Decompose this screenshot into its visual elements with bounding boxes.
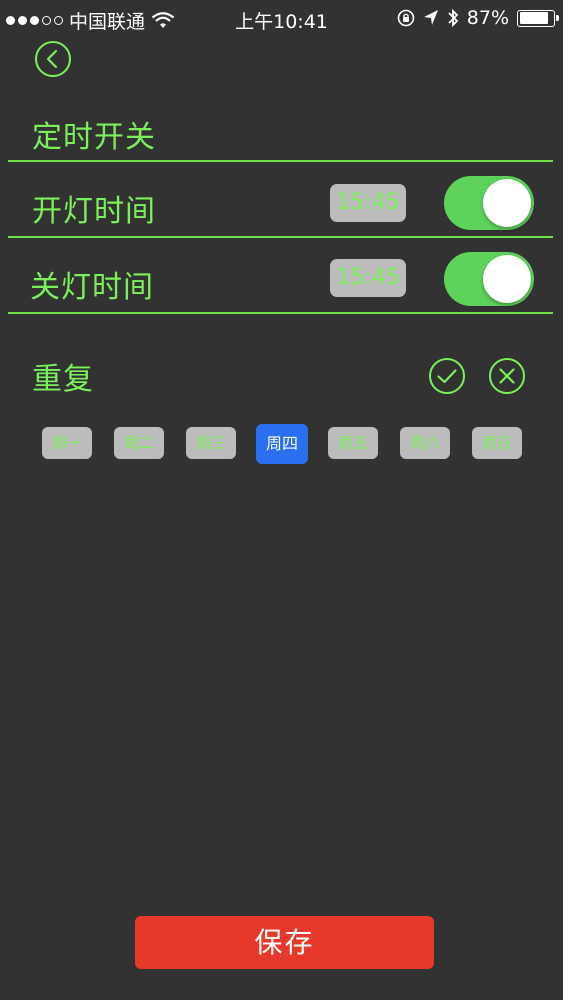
weekday-chip[interactable]: 周日 bbox=[472, 427, 522, 459]
orientation-lock-icon bbox=[397, 9, 415, 27]
weekday-chip[interactable]: 周一 bbox=[42, 427, 92, 459]
weekday-chip[interactable]: 周六 bbox=[400, 427, 450, 459]
status-bar: 中国联通 上午10:41 87% bbox=[0, 0, 563, 40]
light-on-toggle[interactable] bbox=[444, 176, 534, 230]
light-off-time-chip[interactable]: 15:45 bbox=[330, 259, 406, 297]
weekday-chip[interactable]: 周二 bbox=[114, 427, 164, 459]
light-on-time-chip[interactable]: 15:45 bbox=[330, 184, 406, 222]
light-on-label: 开灯时间 bbox=[32, 194, 156, 229]
close-circle-icon[interactable] bbox=[488, 357, 526, 395]
divider bbox=[8, 160, 553, 162]
battery-icon bbox=[517, 9, 559, 27]
battery-percent: 87% bbox=[466, 7, 509, 29]
bluetooth-icon bbox=[448, 8, 459, 28]
divider bbox=[8, 236, 553, 238]
toggle-knob bbox=[483, 255, 531, 303]
screen: 中国联通 上午10:41 87% 定时开关 开灯时间 15:45 关灯时间 15… bbox=[0, 0, 563, 1000]
status-right: 87% bbox=[397, 7, 559, 29]
divider bbox=[8, 312, 553, 314]
battery-fill bbox=[519, 12, 548, 24]
save-button[interactable]: 保存 bbox=[135, 916, 434, 969]
repeat-label: 重复 bbox=[32, 362, 94, 397]
weekday-chip[interactable]: 周五 bbox=[328, 427, 378, 459]
light-off-toggle[interactable] bbox=[444, 252, 534, 306]
back-chevron-circle-icon[interactable] bbox=[34, 40, 72, 78]
weekday-chip[interactable]: 周四 bbox=[256, 424, 308, 464]
location-icon bbox=[423, 10, 438, 25]
section-title: 定时开关 bbox=[32, 120, 156, 155]
check-circle-icon[interactable] bbox=[428, 357, 466, 395]
light-off-label: 关灯时间 bbox=[30, 270, 154, 305]
weekday-chip[interactable]: 周三 bbox=[186, 427, 236, 459]
toggle-knob bbox=[483, 179, 531, 227]
